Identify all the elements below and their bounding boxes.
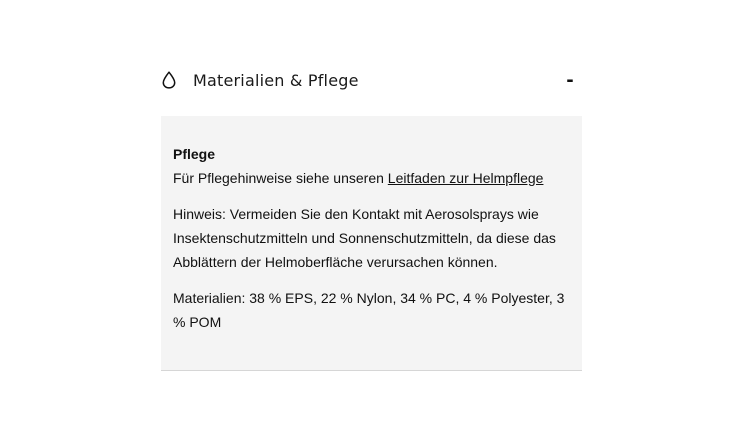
helmet-care-guide-link[interactable]: Leitfaden zur Helmpflege	[388, 170, 544, 186]
notice-text: Hinweis: Vermeiden Sie den Kontakt mit A…	[173, 206, 556, 270]
accordion-content: Pflege Für Pflegehinweise siehe unseren …	[161, 116, 582, 371]
accordion-header[interactable]: Materialien & Pflege -	[161, 56, 582, 104]
accordion-title: Materialien & Pflege	[193, 70, 359, 90]
care-intro: Für Pflegehinweise siehe unseren	[173, 170, 388, 186]
materials-text: Materialien: 38 % EPS, 22 % Nylon, 34 % …	[173, 290, 565, 330]
collapse-toggle[interactable]: -	[564, 70, 576, 91]
droplet-icon	[161, 70, 177, 90]
care-text: Für Pflegehinweise siehe unseren Leitfad…	[173, 166, 570, 190]
materials-care-accordion: Materialien & Pflege - Pflege Für Pflege…	[161, 56, 582, 371]
care-heading: Pflege	[173, 146, 216, 162]
